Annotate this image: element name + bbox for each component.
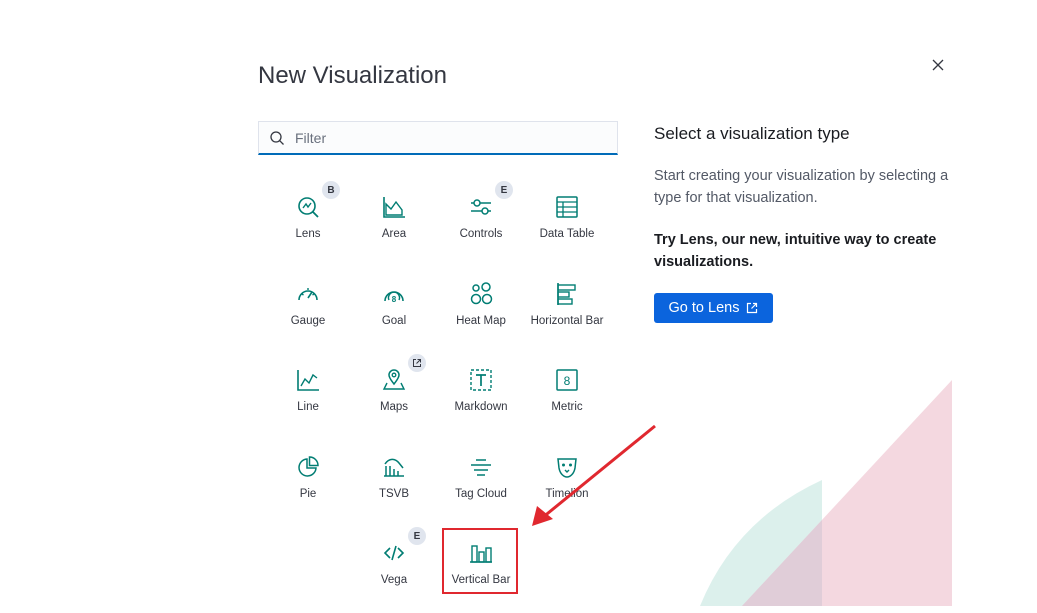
- go-to-lens-button[interactable]: Go to Lens: [654, 293, 773, 323]
- experimental-badge: E: [408, 527, 426, 545]
- type-card-area[interactable]: Area: [351, 170, 437, 250]
- type-label: Vega: [380, 574, 408, 586]
- type-card-heat-map[interactable]: Heat Map: [438, 257, 524, 337]
- type-card-pie[interactable]: Pie: [265, 430, 351, 510]
- lens-pitch: Try Lens, our new, intuitive way to crea…: [654, 232, 937, 270]
- type-card-maps[interactable]: Maps: [351, 343, 437, 423]
- type-card-tag-cloud[interactable]: Tag Cloud: [438, 430, 524, 510]
- external-link-icon: [747, 302, 758, 314]
- markdown-icon: [470, 369, 492, 391]
- metric-icon: 8: [556, 369, 578, 391]
- type-label: Maps: [379, 401, 409, 413]
- side-description: Start creating your visualization by sel…: [654, 168, 949, 206]
- goal-icon: 8: [384, 291, 404, 304]
- close-button[interactable]: [927, 54, 949, 76]
- heat-map-icon: [470, 282, 493, 305]
- type-card-metric[interactable]: 8 Metric: [524, 343, 610, 423]
- horizontal-bar-icon: [557, 283, 576, 305]
- filter-input[interactable]: [293, 128, 597, 147]
- type-label: TSVB: [378, 488, 410, 500]
- side-panel: Select a visualization type Start creati…: [654, 124, 954, 273]
- experimental-badge: E: [495, 181, 513, 199]
- type-label: Goal: [381, 315, 407, 327]
- external-link-badge: [408, 354, 426, 372]
- type-card-data-table[interactable]: Data Table: [524, 170, 610, 250]
- type-card-gauge[interactable]: Gauge: [265, 257, 351, 337]
- new-visualization-modal: New Visualization Lens B: [0, 0, 1037, 613]
- go-to-lens-label: Go to Lens: [668, 300, 740, 316]
- type-label: Timelion: [545, 488, 589, 500]
- type-card-controls[interactable]: Controls: [438, 170, 524, 250]
- svg-text:8: 8: [564, 374, 571, 388]
- type-card-tsvb[interactable]: TSVB: [351, 430, 437, 510]
- close-icon: [932, 59, 944, 71]
- type-label: Controls: [459, 228, 503, 240]
- external-link-icon: [413, 359, 421, 367]
- controls-icon: [471, 199, 491, 215]
- side-heading: Select a visualization type: [654, 124, 850, 143]
- timelion-icon: [557, 458, 577, 478]
- type-label: Lens: [295, 228, 321, 240]
- type-label: Pie: [299, 488, 317, 500]
- type-label: Metric: [551, 401, 583, 413]
- maps-icon: [382, 369, 406, 390]
- line-chart-icon: [297, 370, 319, 391]
- area-chart-icon: [383, 197, 405, 218]
- pie-chart-icon: [298, 456, 319, 477]
- type-card-goal[interactable]: 8 Goal: [351, 257, 437, 337]
- data-table-icon: [556, 196, 578, 218]
- type-label: Markdown: [454, 401, 508, 413]
- type-label: Heat Map: [456, 315, 506, 327]
- type-card-horizontal-bar[interactable]: Horizontal Bar: [524, 257, 610, 337]
- type-card-markdown[interactable]: Markdown: [438, 343, 524, 423]
- lens-icon: [298, 197, 319, 218]
- type-label: Tag Cloud: [455, 488, 507, 500]
- type-label: Data Table: [539, 228, 595, 240]
- type-label: Line: [297, 401, 319, 413]
- search-icon: [270, 130, 284, 145]
- filter-search: [258, 121, 618, 155]
- type-card-line[interactable]: Line: [265, 343, 351, 423]
- beta-badge: B: [322, 181, 340, 199]
- tsvb-icon: [384, 458, 404, 477]
- type-card-timelion[interactable]: Timelion: [524, 430, 610, 510]
- svg-text:8: 8: [392, 295, 397, 304]
- gauge-icon: [298, 288, 318, 301]
- type-label: Horizontal Bar: [530, 315, 604, 327]
- type-card-lens[interactable]: Lens: [265, 170, 351, 250]
- vertical-bar-highlight-box: [442, 528, 518, 594]
- modal-title: New Visualization: [258, 62, 447, 89]
- vega-icon: [383, 545, 405, 561]
- type-label: Gauge: [290, 315, 326, 327]
- type-card-vega[interactable]: Vega: [351, 516, 437, 596]
- tag-cloud-icon: [471, 459, 491, 476]
- type-label: Area: [381, 228, 407, 240]
